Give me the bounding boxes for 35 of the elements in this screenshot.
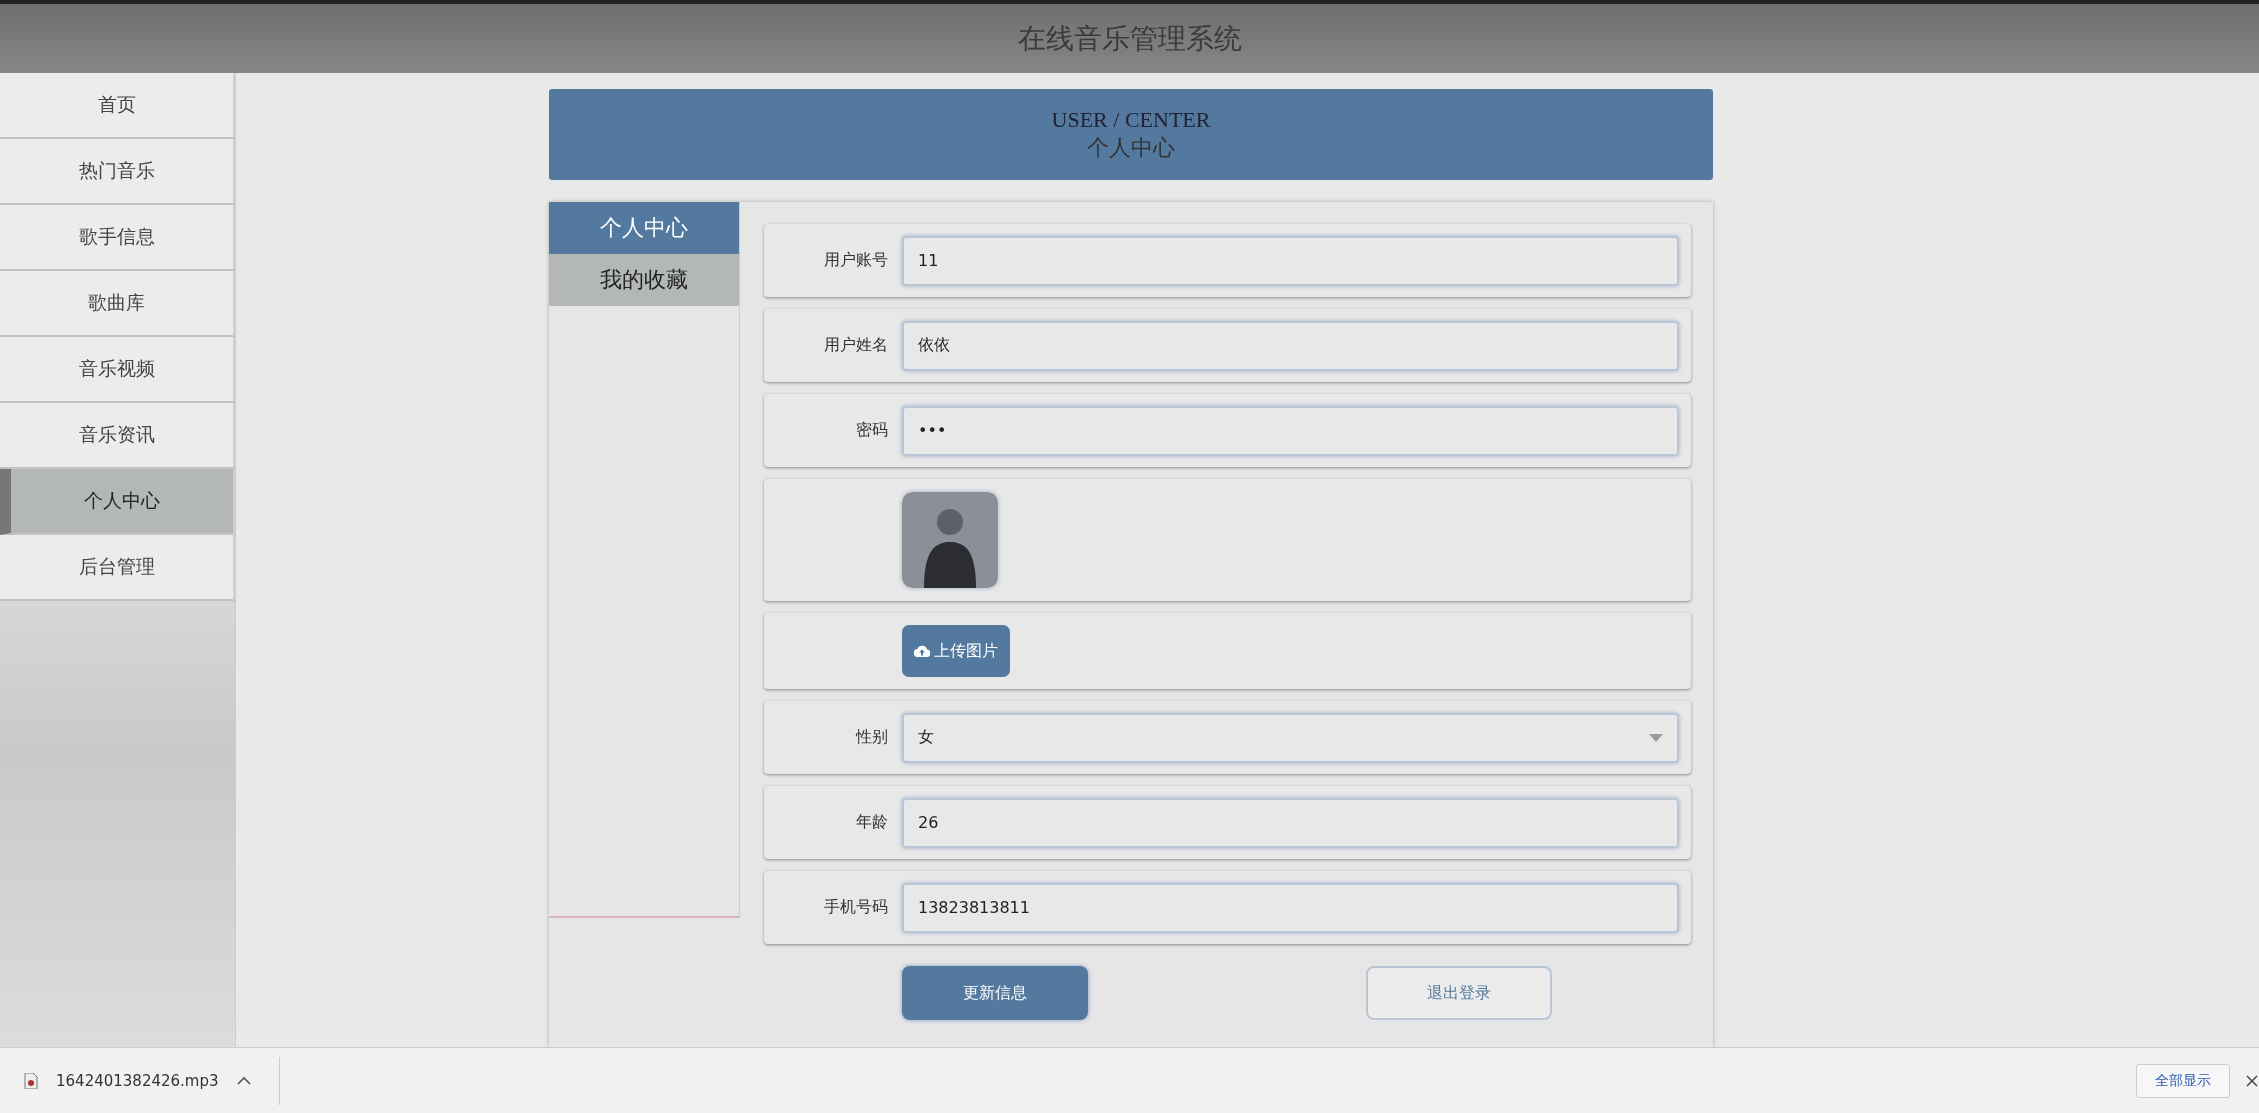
audio-file-icon <box>24 1072 38 1089</box>
input-field[interactable]: 26 <box>902 797 1679 848</box>
banner-title: USER / CENTER <box>1051 106 1211 133</box>
site-title: 在线音乐管理系统 <box>1017 20 1242 57</box>
sidebar-item[interactable]: 歌曲库 <box>0 271 235 337</box>
field-label: 用户姓名 <box>823 335 889 356</box>
tab[interactable]: 个人中心 <box>549 202 739 254</box>
logout-button[interactable]: 退出登录 <box>1366 966 1552 1020</box>
sidebar-item[interactable]: 热门音乐 <box>0 139 235 205</box>
tab[interactable]: 我的收藏 <box>549 254 739 306</box>
field-label: 手机号码 <box>823 897 889 918</box>
sidebar-item[interactable]: 后台管理 <box>0 535 235 601</box>
sidebar-item[interactable]: 首页 <box>0 73 235 139</box>
input-field[interactable]: ••• <box>902 405 1679 456</box>
close-icon[interactable] <box>2246 1074 2258 1087</box>
input-field[interactable]: 11 <box>902 235 1679 286</box>
field-label: 密码 <box>855 420 889 441</box>
field-label: 用户账号 <box>823 250 889 271</box>
upload-button[interactable]: 上传图片 <box>902 625 1010 677</box>
banner-subtitle: 个人中心 <box>1087 133 1175 162</box>
sidebar-item[interactable]: 歌手信息 <box>0 205 235 271</box>
select-field[interactable]: 女 <box>902 712 1679 763</box>
update-button[interactable]: 更新信息 <box>902 966 1088 1020</box>
chevron-up-icon[interactable] <box>236 1076 251 1085</box>
field-label: 年龄 <box>855 812 889 833</box>
sidebar-item[interactable]: 音乐视频 <box>0 337 235 403</box>
input-field[interactable]: 依依 <box>902 320 1679 371</box>
download-file-name[interactable]: 1642401382426.mp3 <box>56 1071 219 1090</box>
show-all-button[interactable]: 全部显示 <box>2136 1063 2230 1098</box>
caret-icon <box>1649 733 1663 742</box>
sidebar-item[interactable]: 音乐资讯 <box>0 403 235 469</box>
cloud-upload-icon <box>914 645 930 657</box>
field-label: 性别 <box>854 727 889 748</box>
sidebar-item[interactable]: 个人中心 <box>0 469 235 535</box>
input-field[interactable]: 13823813811 <box>902 882 1679 933</box>
